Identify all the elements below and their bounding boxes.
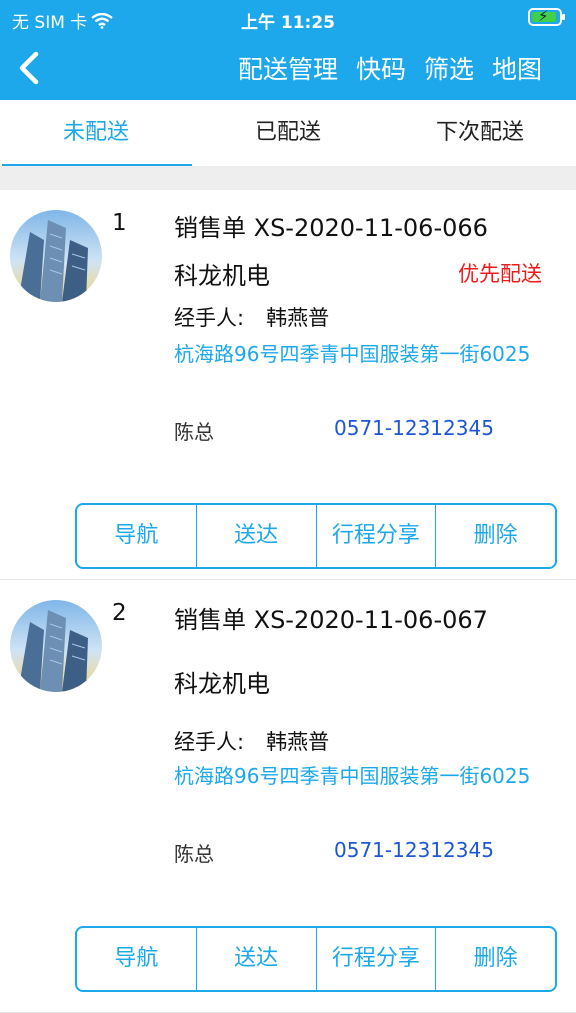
section-divider <box>0 166 576 190</box>
delivery-address[interactable]: 杭海路96号四季青中国服装第一街6025 <box>174 764 534 789</box>
map-button[interactable]: 地图 <box>492 50 542 86</box>
delete-button[interactable]: 删除 <box>436 505 555 567</box>
contact-name: 陈总 <box>174 420 214 444</box>
chevron-left-icon[interactable] <box>10 46 50 90</box>
contact-name: 陈总 <box>174 842 214 866</box>
handler-name: 韩燕普 <box>266 730 330 754</box>
page-title: 配送管理 <box>237 55 338 84</box>
order-card[interactable]: 2 销售单 XS-2020-11-06-067 科龙机电 经手人: 韩燕普 杭海路… <box>0 580 576 1013</box>
top-bar: 无 SIM 卡 上午 11:25 ⚡ 配送管理 快码 筛选 地图 <box>0 0 576 100</box>
customer-name: 科龙机电 <box>174 670 270 698</box>
delivery-address[interactable]: 杭海路96号四季青中国服装第一街6025 <box>174 342 534 367</box>
navigate-button[interactable]: 导航 <box>77 505 197 567</box>
order-index: 2 <box>112 600 127 626</box>
delivered-button[interactable]: 送达 <box>197 928 317 990</box>
share-trip-button[interactable]: 行程分享 <box>317 928 437 990</box>
avatar <box>10 600 102 692</box>
order-number: 销售单 XS-2020-11-06-066 <box>174 214 488 242</box>
filter-button[interactable]: 筛选 <box>424 50 474 86</box>
priority-badge: 优先配送 <box>458 262 542 286</box>
order-card[interactable]: 1 销售单 XS-2020-11-06-066 科龙机电 优先配送 经手人: 韩燕… <box>0 190 576 580</box>
customer-name: 科龙机电 <box>174 262 270 290</box>
order-list: 1 销售单 XS-2020-11-06-066 科龙机电 优先配送 经手人: 韩燕… <box>0 190 576 1013</box>
contact-phone[interactable]: 0571-12312345 <box>334 838 494 862</box>
avatar <box>10 210 102 302</box>
delivery-tabs: 未配送 已配送 下次配送 <box>0 100 576 166</box>
handler-label: 经手人: <box>174 730 245 754</box>
handler-label: 经手人: <box>174 306 245 330</box>
delivered-button[interactable]: 送达 <box>197 505 317 567</box>
tab-undelivered[interactable]: 未配送 <box>0 100 192 166</box>
nav-bar: 配送管理 快码 筛选 地图 <box>0 36 576 100</box>
quick-code-button[interactable]: 快码 <box>356 50 406 86</box>
status-time: 上午 11:25 <box>240 13 336 33</box>
handler-name: 韩燕普 <box>266 306 330 330</box>
navigate-button[interactable]: 导航 <box>77 928 197 990</box>
delete-button[interactable]: 删除 <box>436 928 555 990</box>
order-number: 销售单 XS-2020-11-06-067 <box>174 606 488 634</box>
contact-phone[interactable]: 0571-12312345 <box>334 416 494 440</box>
order-index: 1 <box>112 210 127 236</box>
handler-row: 经手人: 韩燕普 <box>174 726 329 756</box>
order-actions: 导航 送达 行程分享 删除 <box>75 926 557 992</box>
status-bar: 无 SIM 卡 上午 11:25 ⚡ <box>0 0 576 36</box>
order-actions: 导航 送达 行程分享 删除 <box>75 503 557 569</box>
tab-delivered[interactable]: 已配送 <box>192 100 384 166</box>
tab-next-delivery[interactable]: 下次配送 <box>384 100 576 166</box>
share-trip-button[interactable]: 行程分享 <box>317 505 437 567</box>
handler-row: 经手人: 韩燕普 <box>174 302 329 332</box>
battery-charging-icon: ⚡ <box>528 7 565 26</box>
